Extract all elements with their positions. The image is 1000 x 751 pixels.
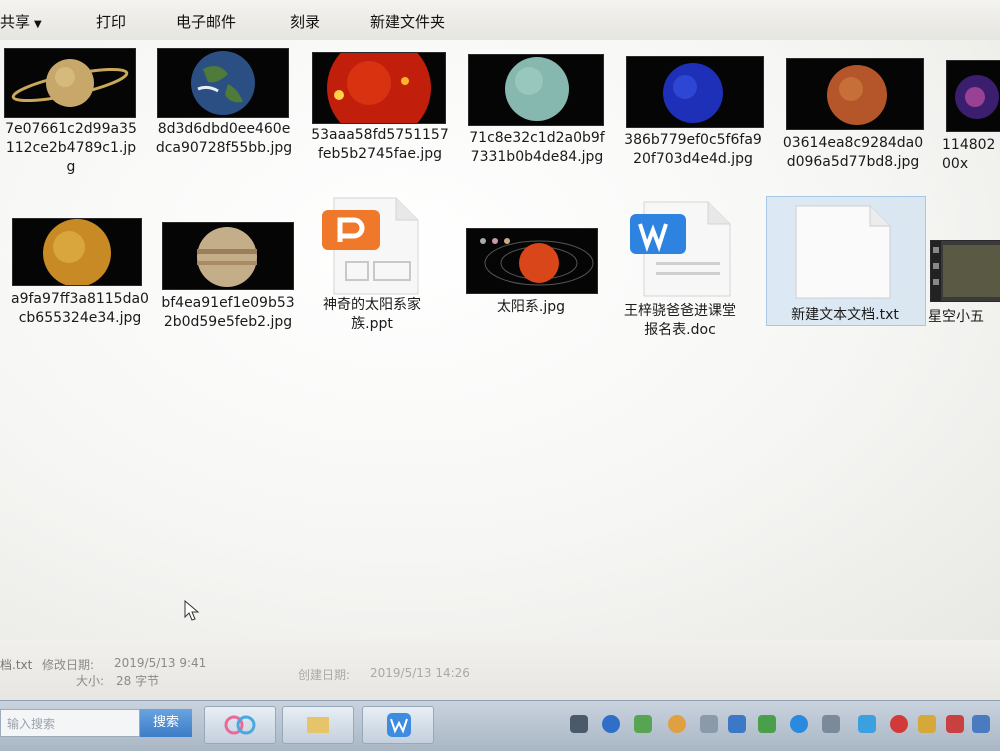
wps-writer-icon xyxy=(387,713,411,737)
size-label: 大小: xyxy=(76,674,105,688)
mouse-cursor-icon xyxy=(184,599,202,626)
app-tray-icon[interactable] xyxy=(790,715,808,733)
share-menu-button[interactable]: 共享 ▼ xyxy=(0,11,42,32)
created-date-label: 创建日期: xyxy=(298,668,351,682)
app-tray-icon[interactable] xyxy=(858,715,876,733)
print-button[interactable]: 打印 xyxy=(96,11,126,32)
file-name: 386b779ef0c5f6fa920f703d4e4d.jpg xyxy=(624,132,762,167)
modified-date-label: 修改日期: xyxy=(42,658,95,672)
app-tray-icon[interactable] xyxy=(758,715,776,733)
share-label: 共享 xyxy=(0,13,31,31)
game-controller-icon[interactable] xyxy=(822,715,840,733)
txt-file-icon xyxy=(790,204,896,300)
app-tray-icon[interactable] xyxy=(918,715,936,733)
details-pane: 档.txt 修改日期: 2019/5/13 9:41 大小: 28 字节 创建日… xyxy=(0,640,1000,700)
jupiter-thumbnail xyxy=(162,222,294,290)
created-date-value: 2019/5/13 14:26 xyxy=(370,666,470,680)
file-name: 星空小五 xyxy=(928,309,984,325)
taskbar-search-input[interactable]: 输入搜索 xyxy=(0,709,140,737)
nebula-thumbnail xyxy=(946,60,1000,132)
taskbar-app-button[interactable] xyxy=(282,706,354,744)
help-icon[interactable] xyxy=(602,715,620,733)
taskbar-app-button[interactable] xyxy=(204,706,276,744)
file-list-area[interactable]: 7e07661c2d99a35112ce2b4789c1.jpg 8d3d6db… xyxy=(0,40,1000,640)
app-tray-icon[interactable] xyxy=(946,715,964,733)
taskbar-search-button[interactable]: 搜索 xyxy=(140,709,192,737)
email-button[interactable]: 电子邮件 xyxy=(176,11,236,32)
colorful-rings-icon xyxy=(224,715,256,735)
file-name: 神奇的太阳系家族.ppt xyxy=(323,297,421,332)
sun-thumbnail xyxy=(312,52,446,124)
saturn-thumbnail xyxy=(4,48,136,118)
file-name: 53aaa58fd5751157feb5b2745fae.jpg xyxy=(311,127,449,162)
file-name: 新建文本文档.txt xyxy=(791,307,899,323)
selected-file-name: 档.txt xyxy=(0,658,33,672)
file-name: 8d3d6dbd0ee460edca90728f55bb.jpg xyxy=(155,121,293,156)
new-folder-button[interactable]: 新建文件夹 xyxy=(370,11,445,32)
file-name: bf4ea91ef1e09b532b0d59e5feb2.jpg xyxy=(161,295,295,330)
app-tray-icon[interactable] xyxy=(890,715,908,733)
file-name: a9fa97ff3a8115da0cb655324e34.jpg xyxy=(11,291,149,326)
file-name: 王梓骁爸爸进课堂报名表.doc xyxy=(624,303,736,338)
show-hidden-icons-icon[interactable] xyxy=(570,715,588,733)
size-value: 28 字节 xyxy=(116,674,160,688)
venus-thumbnail xyxy=(12,218,142,286)
mars-thumbnail xyxy=(786,58,924,130)
command-toolbar: 共享 ▼ 打印 电子邮件 刻录 新建文件夹 xyxy=(0,0,1000,41)
burn-button[interactable]: 刻录 xyxy=(290,11,320,32)
file-name: 太阳系.jpg xyxy=(496,299,566,315)
file-explorer-icon xyxy=(307,717,329,733)
app-tray-icon[interactable] xyxy=(972,715,990,733)
app-tray-icon[interactable] xyxy=(634,715,652,733)
taskbar: 输入搜索 搜索 xyxy=(0,700,1000,751)
app-tray-icon[interactable] xyxy=(728,715,746,733)
modified-date-value: 2019/5/13 9:41 xyxy=(114,656,207,670)
solar-system-thumbnail xyxy=(466,228,598,294)
ppt-file-icon xyxy=(316,196,426,296)
file-name: 71c8e32c1d2a0b9f7331b0b4de84.jpg xyxy=(469,130,605,165)
taskbar-app-button[interactable] xyxy=(362,706,434,744)
file-name: 03614ea8c9284da0d096a5d77bd8.jpg xyxy=(782,135,924,170)
video-file-icon xyxy=(930,240,1000,302)
file-name: 11480200x xyxy=(942,137,996,172)
neptune-thumbnail xyxy=(626,56,764,128)
app-tray-icon[interactable] xyxy=(700,715,718,733)
uranus-thumbnail xyxy=(468,54,604,126)
earth-thumbnail xyxy=(157,48,289,118)
app-tray-icon[interactable] xyxy=(668,715,686,733)
doc-file-icon xyxy=(626,200,738,298)
chevron-down-icon: ▼ xyxy=(34,19,42,30)
file-name: 7e07661c2d99a35112ce2b4789c1.jpg xyxy=(5,121,137,175)
